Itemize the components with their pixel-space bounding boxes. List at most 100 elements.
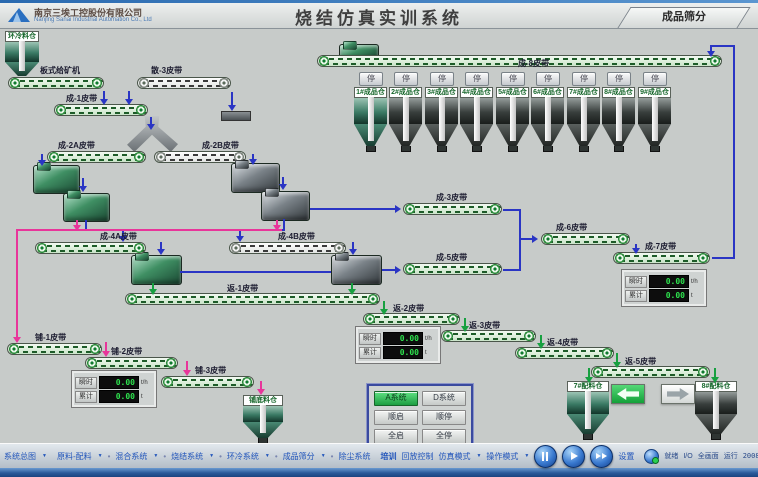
belt-label: 成-2B皮带 bbox=[202, 140, 239, 151]
bin-bedding: 铺底料仓 bbox=[243, 395, 283, 444]
settings-button[interactable]: 设置 bbox=[618, 451, 634, 462]
belt-fan-2 bbox=[363, 313, 460, 325]
chevron-down-icon: ▼ bbox=[265, 453, 270, 459]
belt-fan-4 bbox=[515, 347, 614, 359]
gate-stop-button-1[interactable]: 停 bbox=[359, 72, 383, 86]
menu-raw-material[interactable]: 原料-配料 bbox=[57, 451, 92, 462]
network-status-icon bbox=[644, 449, 659, 464]
menu-dedusting-system[interactable]: 除尘系统 bbox=[338, 451, 370, 462]
total-value: 0.00 bbox=[649, 289, 689, 302]
flow-line bbox=[712, 257, 735, 259]
company-name-en: Nanjing Sanai Industrial Automation Co.,… bbox=[34, 17, 152, 23]
total-unit: t bbox=[425, 350, 437, 356]
start-all-button[interactable]: 全启 bbox=[374, 429, 418, 444]
gate-stop-button-8[interactable]: 停 bbox=[607, 72, 631, 86]
mode-simulation[interactable]: 仿真模式 bbox=[438, 451, 470, 462]
play-button[interactable] bbox=[562, 445, 585, 468]
belt-cheng-2b bbox=[154, 151, 246, 163]
menu-mixing-system[interactable]: 混合系统 bbox=[115, 451, 147, 462]
pause-icon bbox=[542, 452, 548, 461]
total-value: 0.00 bbox=[99, 390, 139, 403]
belt-label: 成-7皮带 bbox=[645, 241, 676, 252]
system-a-button[interactable]: A系统 bbox=[374, 391, 418, 406]
belt-label: 铺-1皮带 bbox=[35, 332, 66, 343]
bin-product-8: 8#成品仓 bbox=[602, 87, 635, 152]
gate-stop-button-4[interactable]: 停 bbox=[465, 72, 489, 86]
belt-cheng-4b bbox=[229, 242, 346, 254]
gate-stop-button-9[interactable]: 停 bbox=[643, 72, 667, 86]
flow-line bbox=[503, 209, 520, 211]
menu-system-overview[interactable]: 系统总图 bbox=[4, 451, 36, 462]
flow-line bbox=[180, 271, 331, 273]
gate-stop-button-3[interactable]: 停 bbox=[430, 72, 454, 86]
flow-arrow bbox=[160, 242, 162, 249]
belt-label: 成-5皮带 bbox=[436, 252, 467, 263]
belt-cheng-4a bbox=[35, 242, 146, 254]
flow-line bbox=[16, 229, 282, 231]
sequence-start-button[interactable]: 顺启 bbox=[374, 410, 418, 425]
flow-arrow bbox=[82, 178, 84, 186]
belt-label: 铺-2皮带 bbox=[111, 346, 142, 357]
total-unit: t bbox=[141, 394, 153, 400]
instant-unit: t/h bbox=[691, 279, 703, 285]
menu-cooling-system[interactable]: 环冷系统 bbox=[227, 451, 259, 462]
status-io: I/O bbox=[683, 453, 692, 460]
bullet-icon: • bbox=[108, 452, 111, 461]
bullet-icon: • bbox=[275, 452, 278, 461]
flow-arrow bbox=[635, 244, 637, 248]
gate-stop-button-6[interactable]: 停 bbox=[536, 72, 560, 86]
clock-timestamp: 2008-01-01 00:20:02 bbox=[743, 452, 758, 460]
flow-arrow bbox=[252, 154, 254, 159]
gate-stop-button-2[interactable]: 停 bbox=[394, 72, 418, 86]
gate-stop-button-7[interactable]: 停 bbox=[572, 72, 596, 86]
flow-arrow bbox=[588, 368, 590, 377]
instant-unit: t/h bbox=[141, 380, 153, 386]
flow-arrow bbox=[186, 361, 188, 370]
system-d-button[interactable]: D系统 bbox=[422, 391, 466, 406]
route-right-button[interactable] bbox=[661, 384, 695, 404]
belt-label: 散-3皮带 bbox=[151, 65, 182, 76]
gate-stop-button-5[interactable]: 停 bbox=[501, 72, 525, 86]
pause-button[interactable] bbox=[534, 445, 557, 468]
header-bar: 南京三埃工控股份有限公司 Nanjing Sanai Industrial Au… bbox=[0, 0, 758, 29]
sequence-stop-button[interactable]: 顺停 bbox=[422, 410, 466, 425]
screen-machine-left-2 bbox=[63, 193, 110, 222]
tab-finished-product-screening[interactable]: 成品筛分 bbox=[617, 7, 750, 28]
flow-line bbox=[519, 209, 521, 271]
belt-label: 成-3皮带 bbox=[436, 192, 467, 203]
totalizer-right: 瞬时 0.00 t/h 累计 0.00 t bbox=[621, 269, 707, 307]
flow-arrow bbox=[76, 220, 78, 225]
stop-all-button[interactable]: 全停 bbox=[422, 429, 466, 444]
totalizer-left: 瞬时 0.00 t/h 累计 0.00 t bbox=[71, 370, 157, 408]
bullet-icon: • bbox=[331, 452, 334, 461]
mode-training[interactable]: 培训 bbox=[380, 451, 396, 462]
fast-forward-button[interactable] bbox=[590, 445, 613, 468]
route-left-button[interactable] bbox=[611, 384, 645, 404]
belt-pu-3 bbox=[161, 376, 254, 388]
status-running: 运行 bbox=[724, 451, 738, 461]
left-arrow-icon bbox=[617, 388, 639, 400]
mode-operation[interactable]: 操作模式 bbox=[486, 451, 518, 462]
bin-product-9: 9#成品仓 bbox=[638, 87, 671, 152]
belt-fan-1 bbox=[125, 293, 380, 305]
chevron-down-icon: ▼ bbox=[42, 453, 47, 459]
taskbar-main: 系统总图▼ 原料-配料▼ • 混合系统▼ • 烧结系统▼ • 环冷系统▼ • 成… bbox=[0, 443, 758, 468]
belt-pu-2 bbox=[85, 357, 178, 369]
menu-sintering-system[interactable]: 烧结系统 bbox=[171, 451, 203, 462]
belt-label: 成-8皮带 bbox=[518, 58, 549, 69]
menu-product-screening[interactable]: 成品筛分 bbox=[283, 451, 315, 462]
instant-value: 0.00 bbox=[649, 275, 689, 288]
bin-batch-8: 8#配料仓 bbox=[695, 381, 737, 440]
total-label: 累计 bbox=[75, 391, 97, 403]
flow-line bbox=[711, 45, 734, 47]
bin-product-7: 7#成品仓 bbox=[567, 87, 600, 152]
instant-value: 0.00 bbox=[383, 332, 423, 345]
flow-arrow bbox=[714, 368, 716, 377]
flow-arrow bbox=[260, 381, 262, 389]
discharge-chute bbox=[221, 111, 251, 121]
bullet-icon: • bbox=[219, 452, 222, 461]
screen-machine-mid-right bbox=[331, 255, 382, 285]
belt-label: 成-4B皮带 bbox=[278, 231, 315, 242]
flow-arrow bbox=[521, 238, 532, 240]
mode-replay[interactable]: 回放控制 bbox=[401, 451, 433, 462]
